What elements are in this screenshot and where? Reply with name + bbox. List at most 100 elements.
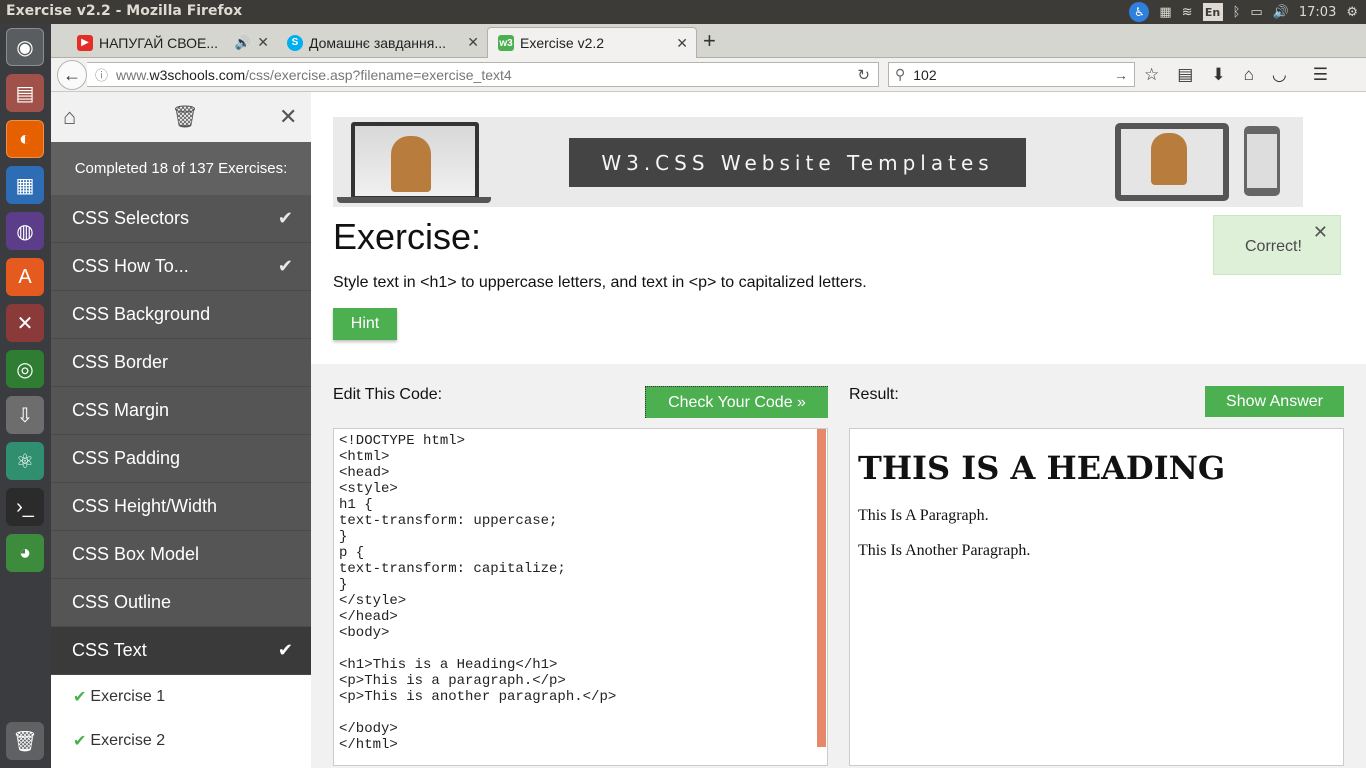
accessibility-icon[interactable]: ♿ [1129, 2, 1150, 22]
keyboard-layout-indicator[interactable]: En [1202, 3, 1223, 21]
files-icon[interactable]: ▤ [6, 74, 44, 112]
sidebar-item-css-box-model[interactable]: CSS Box Model [51, 531, 311, 579]
atom-icon[interactable]: ⚛ [6, 442, 44, 480]
laptop-base [337, 197, 491, 203]
result-paragraph: This is another paragraph. [858, 542, 1031, 559]
home-icon[interactable]: ⌂ [1244, 65, 1254, 85]
battery-icon[interactable]: ▭ [1250, 0, 1262, 24]
menu-hamburger-icon[interactable]: ☰ [1313, 65, 1328, 85]
main-content: W3.CSS Website Templates Exercise: Style… [311, 92, 1366, 768]
sidebar-item-css-border[interactable]: CSS Border [51, 339, 311, 387]
pocket-icon[interactable]: ◡ [1272, 65, 1287, 85]
sidebar-item-css-height-width[interactable]: CSS Height/Width [51, 483, 311, 531]
checkmark-icon: ✔ [277, 208, 293, 228]
search-bar[interactable]: ⚲ 102 → [888, 62, 1135, 87]
reload-icon[interactable]: ↻ [857, 66, 870, 84]
sidebar-item-css-text[interactable]: CSS Text ✔ [51, 627, 311, 675]
search-icon: ⚲ [895, 66, 906, 82]
sidebar-item-css-margin[interactable]: CSS Margin [51, 387, 311, 435]
eclipse-icon[interactable]: ◍ [6, 212, 44, 250]
youtube-icon: ▶ [77, 34, 93, 51]
close-icon[interactable]: ✕ [1313, 222, 1328, 243]
correct-notification: Correct! ✕ [1213, 215, 1341, 275]
checkmark-icon: ✔ [277, 640, 293, 660]
sidebar-item-label: CSS Outline [72, 592, 172, 612]
close-icon[interactable]: ✕ [279, 104, 297, 130]
hint-button[interactable]: Hint [333, 308, 397, 340]
phone-image [1244, 126, 1280, 196]
info-icon[interactable]: ⓘ [95, 65, 108, 84]
libreoffice-writer-icon[interactable]: ▦ [6, 166, 44, 204]
trash-icon[interactable]: 🗑 [6, 722, 44, 760]
update-manager-icon[interactable]: ⇩ [6, 396, 44, 434]
editor-scrollbar[interactable] [817, 429, 826, 747]
system-settings-icon[interactable]: ✕ [6, 304, 44, 342]
bluetooth-icon[interactable]: ᛒ [1233, 0, 1241, 24]
check-code-button[interactable]: Check Your Code » [645, 386, 828, 418]
volume-icon[interactable]: 🔊 [1273, 0, 1289, 24]
show-answer-button[interactable]: Show Answer [1205, 386, 1344, 417]
home-icon[interactable]: ⌂ [63, 104, 76, 130]
sidebar-item-label: CSS Padding [72, 448, 181, 468]
url-path: /css/exercise.asp?filename=exercise_text… [245, 66, 512, 83]
trash-icon[interactable]: 🗑 [171, 104, 199, 130]
search-go-arrow-icon[interactable]: → [1114, 67, 1128, 83]
firefox-icon[interactable]: ◐ [6, 120, 44, 158]
tab-label: Exercise v2.2 [520, 35, 605, 51]
tab-exercise[interactable]: w3 Exercise v2.2 ✕ [487, 27, 697, 58]
sidebar-item-label: CSS Selectors [72, 208, 190, 228]
code-editor[interactable]: <!DOCTYPE html> <html> <head> <style> h1… [333, 428, 828, 766]
bookmark-star-icon[interactable]: ☆ [1144, 65, 1159, 85]
exercise-title: Exercise: [333, 216, 482, 257]
unity-launcher: ◉ ▤ ◐ ▦ ◍ A ✕ ◎ ⇩ ⚛ ›_ ◕ 🗑 [0, 24, 51, 768]
sidebar-subitem-exercise-2[interactable]: ✔ Exercise 2 [51, 719, 311, 763]
back-arrow-icon[interactable]: ← [57, 60, 87, 90]
skype-icon: S [287, 34, 303, 51]
subitem-label: Exercise 2 [90, 732, 166, 749]
search-input[interactable]: 102 [913, 67, 936, 83]
ubuntu-dash-icon[interactable]: ◉ [6, 28, 44, 66]
new-tab-plus-icon[interactable]: + [703, 28, 716, 54]
bookmarks-list-icon[interactable]: ▤ [1177, 65, 1193, 85]
checkmark-icon: ✔ [277, 256, 293, 276]
tab-youtube[interactable]: ▶ НАПУГАЙ СВОЕ... 🔊 ✕ [67, 27, 277, 58]
progress-text: Completed 18 of 137 Exercises: [51, 142, 311, 195]
sidebar-item-label: CSS Margin [72, 400, 170, 420]
speaker-icon[interactable]: 🔊 [235, 35, 251, 51]
downloads-icon[interactable]: ⬇ [1211, 65, 1225, 85]
close-icon[interactable]: ✕ [676, 35, 688, 52]
sidebar-subitem-exercise-1[interactable]: ✔ Exercise 1 [51, 675, 311, 719]
result-paragraph: This is a paragraph. [858, 507, 989, 524]
sidebar-item-css-outline[interactable]: CSS Outline [51, 579, 311, 627]
terminal-icon[interactable]: ›_ [6, 488, 44, 526]
green-checkmark-icon: ✔ [73, 689, 87, 706]
sidebar-item-label: CSS Height/Width [72, 496, 218, 516]
result-heading: This is a Heading [858, 449, 1226, 487]
sidebar-toolbar: ⌂ 🗑 ✕ [51, 92, 311, 142]
code-textarea[interactable]: <!DOCTYPE html> <html> <head> <style> h1… [339, 433, 616, 753]
sidebar-item-css-how-to[interactable]: CSS How To... ✔ [51, 243, 311, 291]
window-title: Exercise v2.2 - Mozilla Firefox [6, 3, 243, 19]
power-gear-icon[interactable]: ⚙ [1346, 0, 1358, 24]
tablet-image [1115, 123, 1229, 201]
chrome-icon[interactable]: ◎ [6, 350, 44, 388]
sidebar-item-label: CSS Border [72, 352, 169, 372]
templates-banner[interactable]: W3.CSS Website Templates [333, 117, 1303, 207]
clock[interactable]: 17:03 [1299, 0, 1336, 24]
close-icon[interactable]: ✕ [257, 34, 269, 51]
sidebar-item-css-padding[interactable]: CSS Padding [51, 435, 311, 483]
close-icon[interactable]: ✕ [467, 34, 479, 51]
wifi-icon[interactable]: ≋ [1182, 0, 1193, 24]
software-center-icon[interactable]: A [6, 258, 44, 296]
sidebar-item-label: CSS Background [72, 304, 211, 324]
tab-skype[interactable]: S Домашнє завдання... ✕ [277, 27, 487, 58]
url-bar[interactable]: ⓘ www. w3schools.com/css/exercise.asp?fil… [87, 62, 879, 87]
sidebar-item-css-background[interactable]: CSS Background [51, 291, 311, 339]
result-label: Result: [849, 386, 899, 403]
workspace-switcher-icon[interactable]: ▦ [1159, 0, 1171, 24]
network-globe-icon[interactable]: ◕ [6, 534, 44, 572]
exercise-sidebar: ⌂ 🗑 ✕ Completed 18 of 137 Exercises: CSS… [51, 92, 311, 768]
tab-label: Домашнє завдання... [309, 34, 446, 51]
laptop-image [351, 122, 479, 200]
sidebar-item-css-selectors[interactable]: CSS Selectors ✔ [51, 195, 311, 243]
